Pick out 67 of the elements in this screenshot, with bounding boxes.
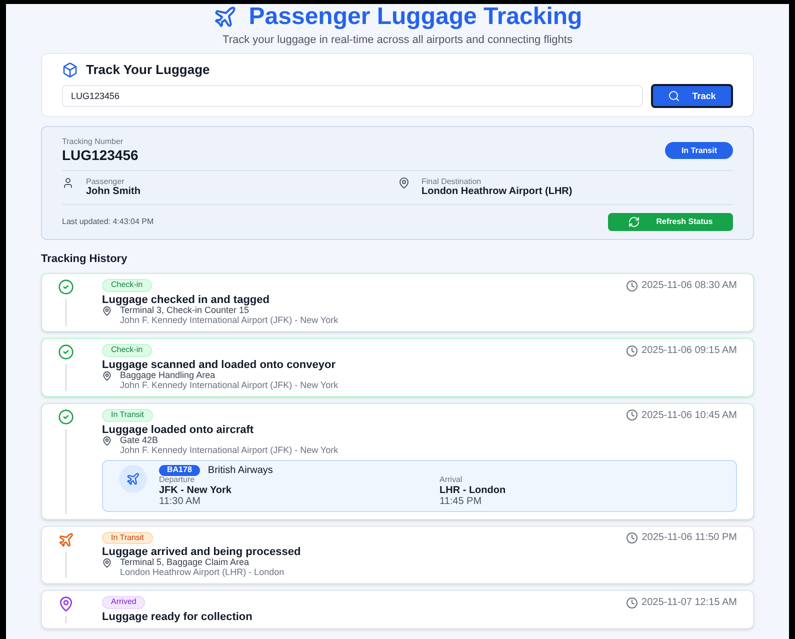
event-title: Luggage arrived and being processed <box>102 546 302 558</box>
plane-icon <box>212 5 237 29</box>
destination-name: London Heathrow Airport (LHR) <box>422 186 572 198</box>
event-location: Baggage Handling Area <box>120 371 216 381</box>
event-location: Terminal 3, Check-in Counter 15 <box>120 306 250 316</box>
check-circle-icon <box>58 279 74 296</box>
status-badge: Check-in <box>102 344 152 357</box>
search-icon <box>668 90 680 102</box>
tracking-input[interactable]: LUG123456 <box>62 85 643 108</box>
flight-number-badge: BA178 <box>159 464 200 476</box>
search-card-title: Track Your Luggage <box>86 62 210 78</box>
user-icon <box>62 176 74 189</box>
tracking-label: Tracking Number <box>62 137 124 147</box>
clock-icon <box>626 409 638 422</box>
event-airport: London Heathrow Airport (LHR) - London <box>119 568 286 578</box>
clock-icon <box>626 344 638 357</box>
page-title: Passenger Luggage Tracking <box>248 4 582 30</box>
plane-icon <box>58 532 74 548</box>
pin-icon <box>102 306 112 316</box>
arrival-airport: LHR - London <box>440 484 507 496</box>
event-time: 2025-11-07 12:15 AM <box>642 597 737 608</box>
event-airport: John F. Kennedy International Airport (JFK) - New York <box>119 381 340 391</box>
refresh-button[interactable]: Refresh Status <box>608 213 733 232</box>
passenger-label: Passenger <box>86 176 124 186</box>
event-airport: John F. Kennedy International Airport (JFK) - New York <box>119 316 340 326</box>
status-badge: In Transit <box>102 408 153 422</box>
arrival-time: 11:45 PM <box>440 496 483 506</box>
status-badge: Arrived <box>102 596 146 610</box>
departure-time: 11:30 AM <box>159 496 202 506</box>
clock-icon <box>626 532 638 544</box>
box-icon <box>62 62 78 78</box>
event-airport: John F. Kennedy International Airport (JFK) - New York <box>119 446 340 456</box>
event-location: Gate 42B <box>120 436 158 446</box>
event-title: Luggage scanned and loaded onto conveyor <box>102 358 336 372</box>
check-circle-icon <box>58 344 74 360</box>
clock-icon <box>626 280 638 292</box>
clock-icon <box>626 596 638 609</box>
event-time: 2025-11-06 09:15 AM <box>642 345 737 356</box>
pin-icon <box>398 176 410 189</box>
event-title: Luggage checked in and tagged <box>102 294 270 306</box>
page-subtitle: Track your luggage in real-time across all airports and connecting flights <box>222 34 572 48</box>
plane-icon <box>126 472 140 486</box>
event-time: 2025-11-06 11:50 PM <box>642 532 737 544</box>
pin-icon <box>102 371 112 382</box>
track-button[interactable]: Track <box>651 84 733 108</box>
passenger-name: John Smith <box>86 186 140 198</box>
refresh-icon <box>628 216 640 228</box>
pin-icon <box>102 558 112 568</box>
tracking-number: LUG123456 <box>62 146 138 164</box>
pin-icon <box>58 596 74 612</box>
pin-icon <box>102 436 112 446</box>
event-time: 2025-11-06 08:30 AM <box>642 280 737 292</box>
event-title: Luggage loaded onto aircraft <box>102 424 255 436</box>
status-badge: In Transit <box>665 142 733 160</box>
section-title: Tracking History <box>41 253 128 266</box>
event-location: Terminal 5, Baggage Claim Area <box>120 558 250 568</box>
event-title: Luggage ready for collection <box>102 611 254 624</box>
arrival-label: Arrival <box>440 476 464 484</box>
departure-airport: JFK - New York <box>159 484 232 496</box>
airline-name: British Airways <box>208 464 273 476</box>
event-time: 2025-11-06 10:45 AM <box>642 410 737 421</box>
departure-label: Departure <box>159 476 196 484</box>
destination-label: Final Destination <box>422 176 482 186</box>
check-circle-icon <box>58 408 74 425</box>
last-updated: Last updated: 4:43:04 PM <box>62 217 154 227</box>
status-badge: In Transit <box>102 532 153 544</box>
status-badge: Check-in <box>102 279 152 292</box>
